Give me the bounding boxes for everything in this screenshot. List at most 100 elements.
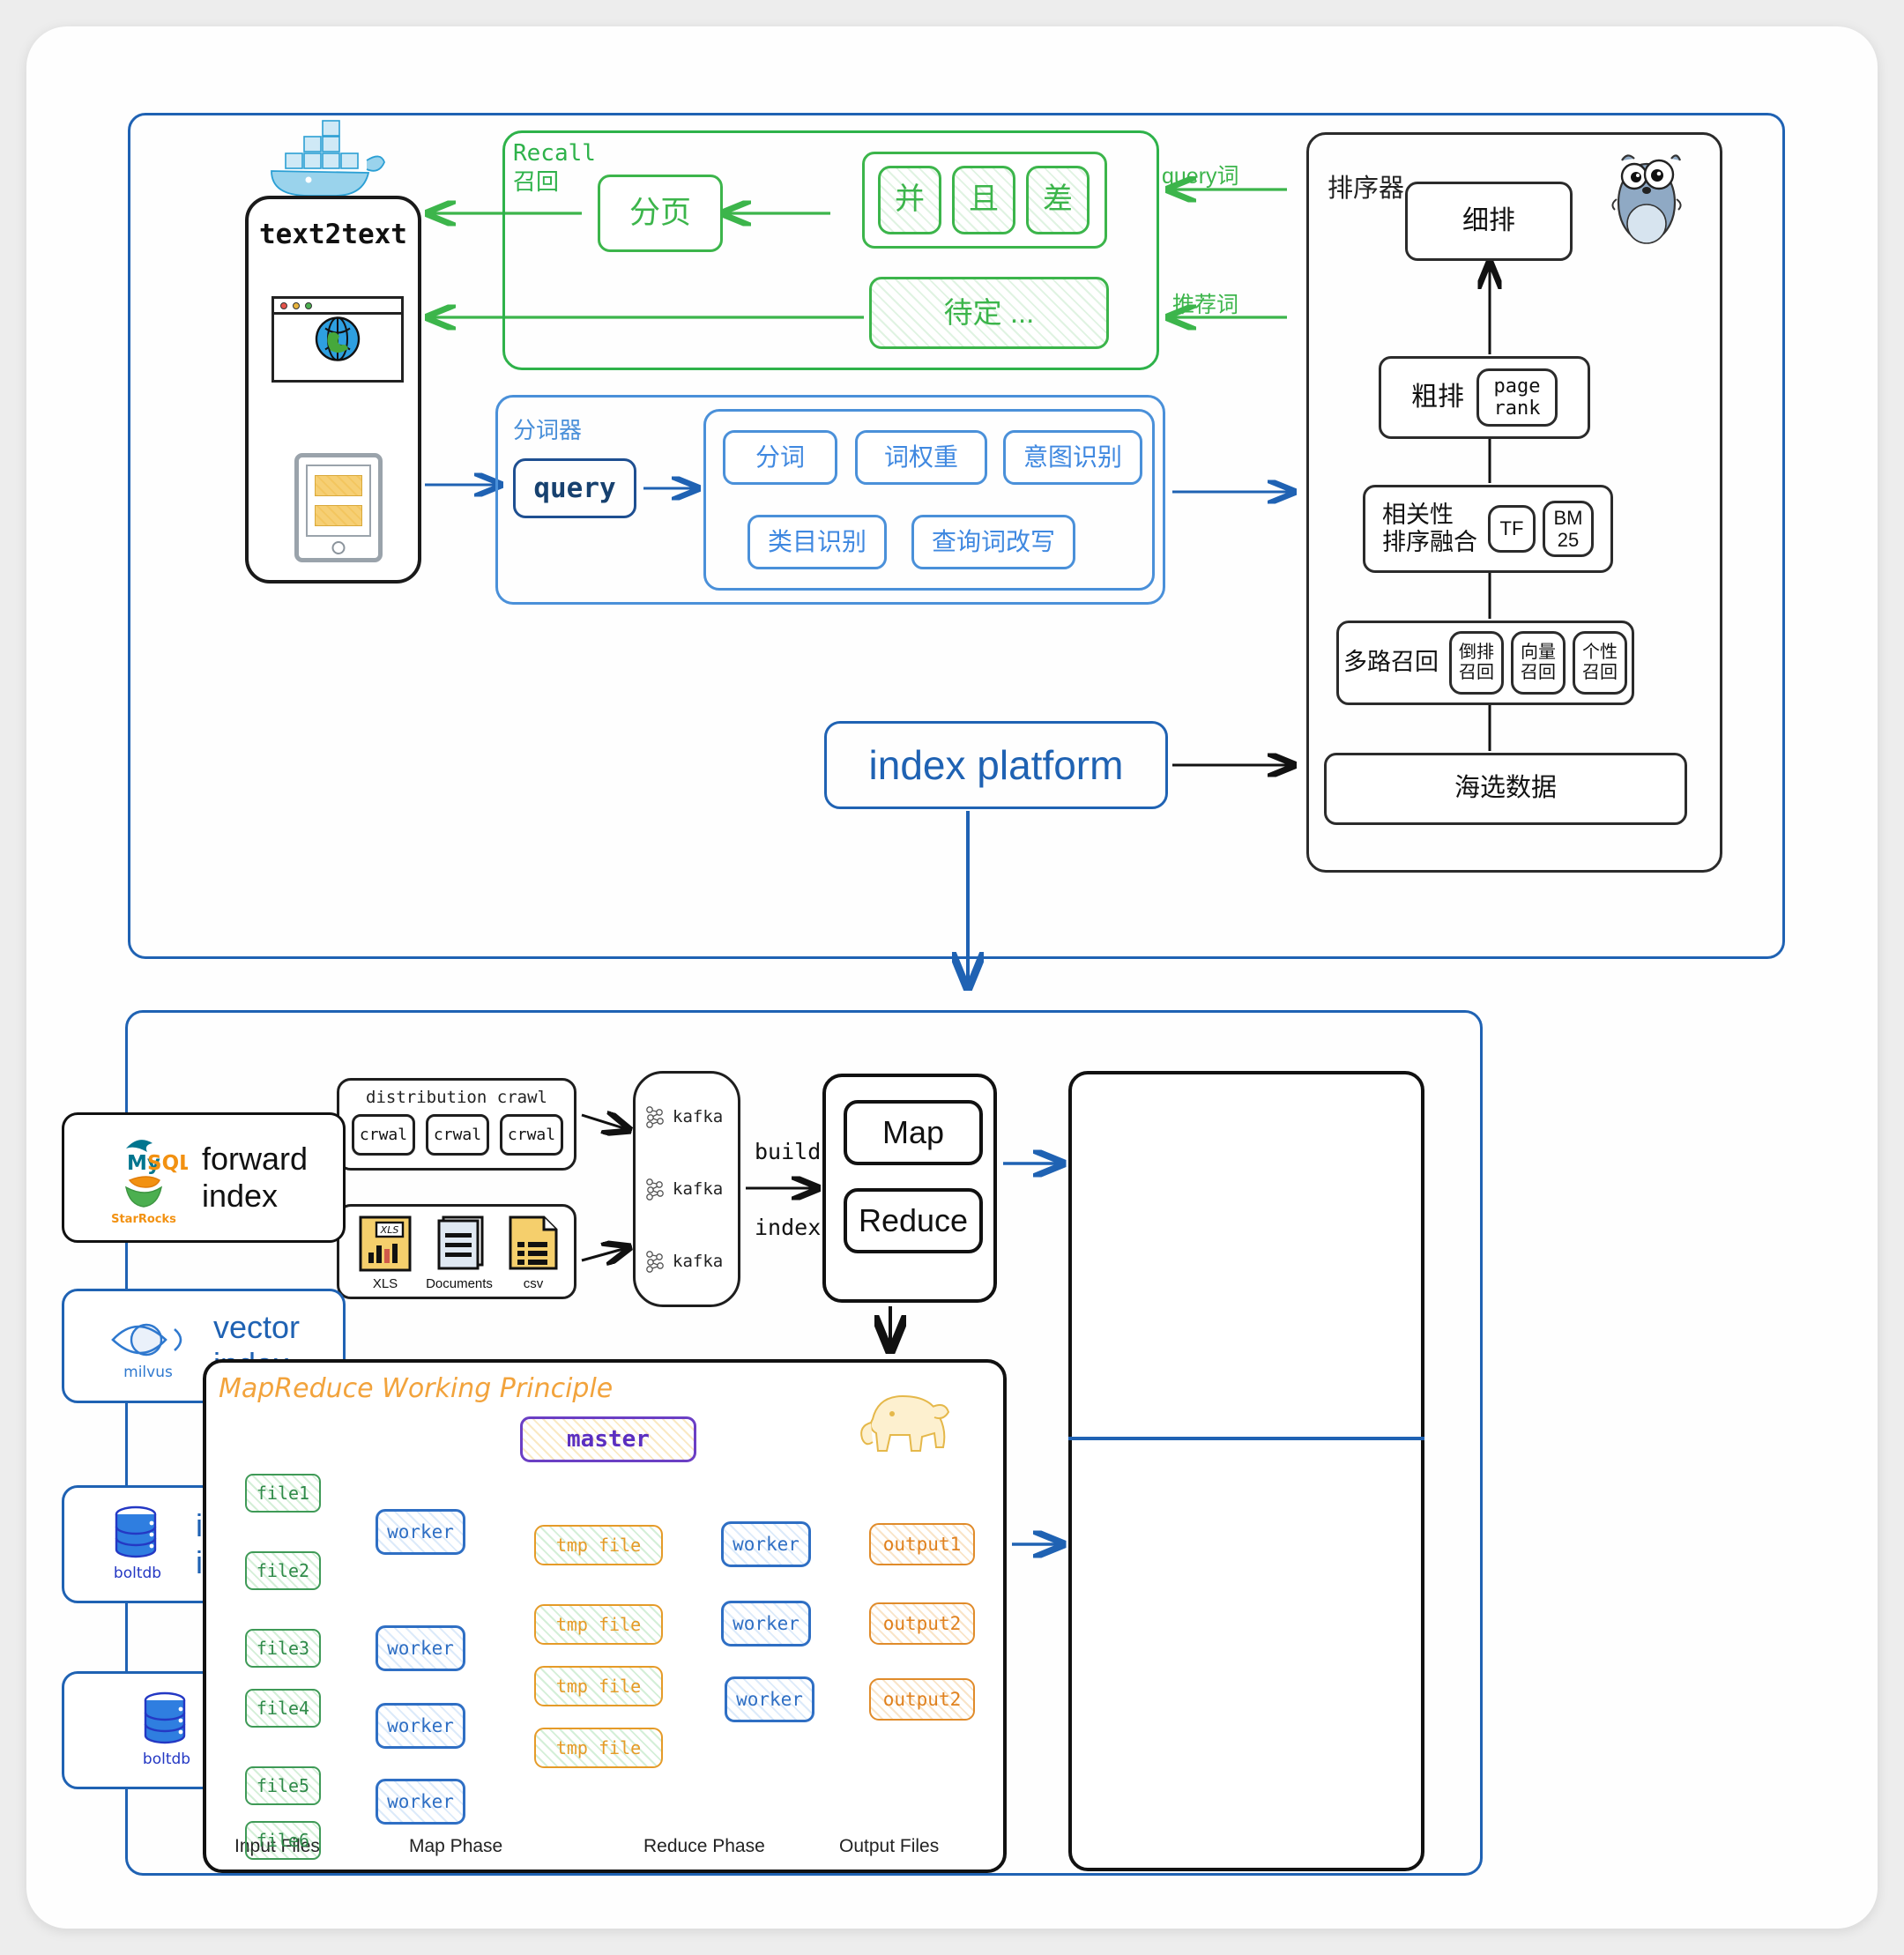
phase-label-output: Output Files [839, 1836, 940, 1856]
operator-diff-box[interactable]: 差 [1026, 166, 1090, 234]
map-worker-box[interactable]: worker [376, 1509, 465, 1555]
browser-titlebar [274, 299, 401, 315]
feature-intent-recognition-box[interactable]: 意图识别 [1003, 430, 1142, 485]
input-file-box[interactable]: file5 [245, 1766, 321, 1805]
coarse-rank-label: 粗排 [1411, 382, 1464, 412]
browser-window-icon [271, 296, 404, 383]
page-rank-tag: page rank [1476, 368, 1558, 427]
documents-icon: Documents [426, 1214, 493, 1291]
kafka-cluster-group: kafka kafka kafka [633, 1071, 740, 1307]
index-storage-group [1068, 1071, 1424, 1871]
browser-minimize-dot [293, 301, 300, 309]
master-box[interactable]: master [520, 1416, 696, 1462]
csv-file-icon: csv [500, 1214, 567, 1291]
personalized-recall-tag: 个性 召回 [1573, 631, 1627, 695]
reduce-worker-box[interactable]: worker [721, 1601, 811, 1647]
multi-recall-label: 多路召回 [1343, 649, 1439, 676]
relevance-fusion-box[interactable]: 相关性 排序融合 TF BM 25 [1363, 485, 1613, 573]
svg-text:SQL: SQL [147, 1152, 188, 1175]
build-label: build [755, 1139, 822, 1164]
output-file-box[interactable]: output2 [869, 1678, 975, 1721]
index-label: index [755, 1215, 822, 1240]
diagram-canvas: text2text Recall 召回 分页 并 且 差 待定 ... quer… [26, 26, 1878, 1929]
mysql-starrocks-icon: My SQL StarRocks [100, 1124, 192, 1232]
operator-also-box[interactable]: 且 [952, 166, 1015, 234]
csv-label: csv [523, 1276, 544, 1291]
query-box[interactable]: query [513, 458, 636, 518]
crawler-node[interactable]: crwal [426, 1114, 489, 1156]
input-file-box[interactable]: file2 [245, 1551, 321, 1590]
tmp-file-box[interactable]: tmp file [534, 1728, 663, 1768]
reduce-box[interactable]: Reduce [844, 1188, 983, 1253]
feature-query-rewrite-box[interactable]: 查询词改写 [911, 515, 1075, 569]
phase-label-reduce: Reduce Phase [643, 1836, 765, 1856]
distribution-crawl-title: distribution crawl [366, 1088, 547, 1107]
svg-text:XLS: XLS [380, 1224, 399, 1236]
phone-home-button [331, 541, 346, 554]
fine-rank-box[interactable]: 细排 [1405, 182, 1573, 261]
tmp-file-box[interactable]: tmp file [534, 1604, 663, 1645]
documents-label: Documents [426, 1276, 493, 1291]
svg-text:StarRocks: StarRocks [111, 1213, 176, 1226]
multi-recall-box[interactable]: 多路召回 倒排 召回 向量 召回 个性 召回 [1336, 621, 1634, 705]
storage-divider [1068, 1437, 1424, 1440]
map-worker-box[interactable]: worker [376, 1625, 465, 1671]
input-file-box[interactable]: file3 [245, 1629, 321, 1668]
pagination-box[interactable]: 分页 [598, 175, 723, 252]
ranker-label: 排序器 [1328, 175, 1405, 203]
index-platform-pill[interactable]: index platform [824, 721, 1168, 809]
crawler-node[interactable]: crwal [500, 1114, 563, 1156]
kafka-label: kafka [673, 1252, 724, 1271]
operator-and-box[interactable]: 并 [878, 166, 941, 234]
input-file-box[interactable]: file1 [245, 1474, 321, 1513]
reduce-worker-box[interactable]: worker [721, 1521, 811, 1567]
relevance-label: 相关性 排序融合 [1382, 501, 1477, 555]
browser-close-dot [280, 301, 287, 309]
map-worker-box[interactable]: worker [376, 1779, 465, 1825]
phone-screen [306, 465, 371, 537]
tmp-file-box[interactable]: tmp file [534, 1666, 663, 1706]
recall-label: Recall 召回 [513, 139, 596, 197]
crawler-node[interactable]: crwal [352, 1114, 415, 1156]
input-file-box[interactable]: file4 [245, 1689, 321, 1728]
svg-text:milvus: milvus [123, 1364, 173, 1381]
globe-icon [313, 314, 362, 368]
device-title: text2text [259, 219, 407, 250]
coarse-rank-box[interactable]: 粗排 page rank [1379, 356, 1590, 439]
map-box[interactable]: Map [844, 1100, 983, 1165]
kafka-label: kafka [673, 1107, 724, 1126]
forward-index-box[interactable]: My SQL StarRocks forward index [62, 1112, 346, 1243]
recall-label-en: Recall [513, 140, 596, 167]
tmp-file-box[interactable]: tmp file [534, 1525, 663, 1565]
feature-segmentation-box[interactable]: 分词 [723, 430, 837, 485]
map-worker-box[interactable]: worker [376, 1703, 465, 1749]
mapreduce-principle-title: MapReduce Working Principle [219, 1373, 614, 1404]
tf-tag: TF [1488, 505, 1536, 553]
boltdb-cylinder-icon: boltdb [128, 1686, 211, 1775]
hadoop-elephant-icon [846, 1384, 970, 1482]
svg-text:boltdb: boltdb [114, 1565, 161, 1582]
feature-category-recognition-box[interactable]: 类目识别 [747, 515, 887, 569]
output-file-box[interactable]: output2 [869, 1602, 975, 1645]
source-data-box[interactable]: 海选数据 [1324, 753, 1687, 825]
boltdb-cylinder-icon: boltdb [99, 1500, 182, 1589]
input-file-box[interactable]: file6 [245, 1821, 321, 1860]
reduce-worker-box[interactable]: worker [725, 1676, 814, 1722]
output-file-box[interactable]: output1 [869, 1523, 975, 1565]
xls-label: XLS [372, 1276, 398, 1291]
kafka-label: kafka [673, 1179, 724, 1199]
kafka-node[interactable]: kafka [644, 1250, 723, 1273]
kafka-node[interactable]: kafka [644, 1105, 723, 1128]
kafka-node-icon [646, 1106, 664, 1128]
pending-box[interactable]: 待定 ... [869, 277, 1109, 349]
svg-text:boltdb: boltdb [143, 1751, 190, 1768]
vector-recall-tag: 向量 召回 [1511, 631, 1566, 695]
go-gopher-icon [1606, 148, 1687, 249]
kafka-node-icon [646, 1251, 664, 1273]
mapreduce-engine-group: Map Reduce [822, 1074, 997, 1303]
feature-term-weight-box[interactable]: 词权重 [855, 430, 987, 485]
source-files-group: XLS XLS Documents csv [337, 1204, 576, 1299]
browser-maximize-dot [305, 301, 312, 309]
docker-whale-icon [254, 118, 386, 202]
kafka-node[interactable]: kafka [644, 1178, 723, 1201]
